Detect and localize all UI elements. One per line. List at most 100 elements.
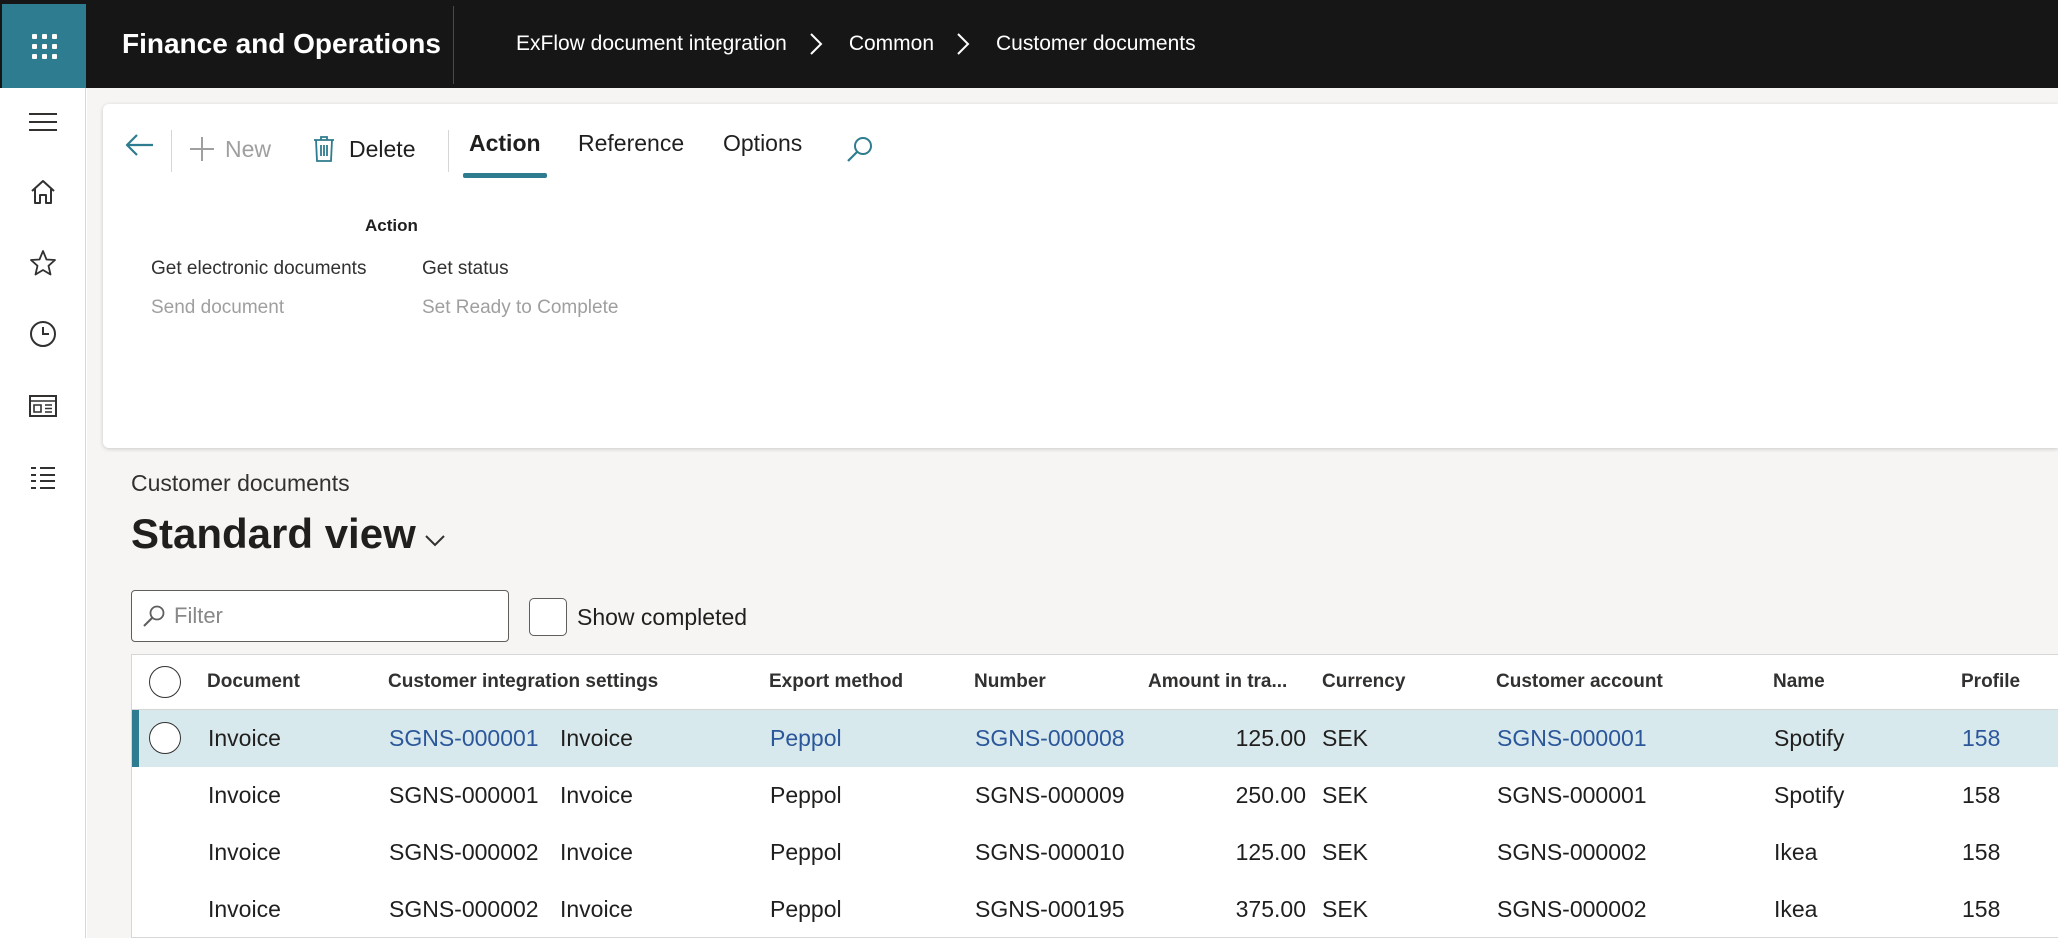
cell-amount: 125.00 [1235, 725, 1306, 751]
search-icon [143, 605, 165, 627]
view-selector[interactable]: Standard view [131, 510, 446, 558]
search-icon [847, 137, 872, 162]
modules-list-icon [31, 467, 55, 489]
set-ready-to-complete-button[interactable]: Set Ready to Complete [422, 297, 618, 319]
cell-profile: 158 [1962, 782, 2001, 808]
show-completed-label: Show completed [577, 603, 748, 630]
action-group-title: Action [365, 216, 418, 235]
chevron-down-icon [425, 535, 445, 547]
navigation-rail [0, 88, 86, 938]
tab-options-label: Options [723, 130, 803, 156]
tab-action-label: Action [469, 130, 541, 156]
main-content: New Delete Action Reference Options Acti… [87, 88, 2058, 938]
cell-currency: SEK [1322, 725, 1369, 751]
cell-customer-account: SGNS-000002 [1497, 839, 1647, 865]
cell-settings-account: SGNS-000002 [389, 839, 539, 865]
send-document-button[interactable]: Send document [151, 297, 284, 319]
tab-options[interactable]: Options [723, 130, 802, 180]
table-row[interactable]: Invoice SGNS-000002 Invoice Peppol SGNS-… [132, 881, 2058, 937]
chevron-right-icon [810, 33, 823, 55]
cell-number-link[interactable]: SGNS-000008 [975, 710, 1125, 767]
row-select-radio[interactable] [149, 722, 181, 754]
title-divider [453, 6, 454, 84]
back-button[interactable] [123, 128, 157, 162]
cell-document: Invoice [208, 782, 281, 808]
column-header-name[interactable]: Name [1773, 655, 1825, 709]
cell-amount: 250.00 [1235, 782, 1306, 808]
home-button[interactable] [0, 164, 86, 220]
cell-name: Spotify [1774, 725, 1845, 751]
table-row[interactable]: Invoice SGNS-000001 Invoice Peppol SGNS-… [132, 710, 2058, 767]
app-title[interactable]: Finance and Operations [122, 28, 441, 60]
clock-icon [30, 321, 56, 347]
workspaces-button[interactable] [0, 378, 86, 434]
cell-export-method: Peppol [770, 839, 842, 865]
customer-documents-grid: Document Customer integration settings E… [131, 654, 2058, 938]
modules-button[interactable] [0, 450, 86, 506]
cell-amount: 125.00 [1235, 839, 1306, 865]
cell-export-method-link[interactable]: Peppol [770, 710, 842, 767]
cell-settings-type: Invoice [560, 725, 633, 751]
filter-input[interactable] [174, 603, 474, 629]
action-pane: New Delete Action Reference Options Acti… [103, 104, 2058, 448]
plus-icon [190, 137, 214, 161]
tab-reference[interactable]: Reference [578, 130, 684, 180]
cell-currency: SEK [1322, 896, 1369, 922]
workspace-icon [29, 395, 57, 417]
column-header-export-method[interactable]: Export method [769, 655, 903, 709]
cell-document: Invoice [208, 896, 281, 922]
toolbar-separator [448, 130, 449, 172]
cell-name: Ikea [1774, 896, 1818, 922]
delete-button-label: Delete [349, 135, 416, 162]
show-completed-toggle[interactable]: Show completed [529, 598, 747, 636]
top-navigation-bar: Finance and Operations ExFlow document i… [0, 0, 2058, 88]
get-status-button[interactable]: Get status [422, 258, 509, 280]
breadcrumb-item-common[interactable]: Common [849, 32, 934, 56]
column-header-profile[interactable]: Profile [1961, 655, 2020, 709]
cell-document: Invoice [208, 839, 281, 865]
cell-customer-account: SGNS-000002 [1497, 896, 1647, 922]
table-row[interactable]: Invoice SGNS-000002 Invoice Peppol SGNS-… [132, 824, 2058, 881]
cell-customer-account-link[interactable]: SGNS-000001 [1497, 710, 1647, 767]
arrow-left-icon [125, 134, 153, 156]
filter-field[interactable] [131, 590, 509, 642]
breadcrumb-item-exflow[interactable]: ExFlow document integration [516, 32, 787, 56]
column-header-number[interactable]: Number [974, 655, 1046, 709]
column-header-customer-account[interactable]: Customer account [1496, 655, 1663, 709]
cell-settings-account: SGNS-000002 [389, 896, 539, 922]
waffle-icon [31, 33, 57, 59]
column-header-document[interactable]: Document [207, 655, 300, 709]
cell-settings-type: Invoice [560, 896, 633, 922]
tab-action[interactable]: Action [463, 130, 547, 180]
star-icon [30, 250, 56, 276]
trash-icon [314, 136, 334, 162]
active-tab-indicator [463, 173, 547, 178]
view-name: Standard view [131, 510, 416, 557]
column-header-amount[interactable]: Amount in tra... [1148, 655, 1287, 709]
expand-navigation-button[interactable] [0, 94, 86, 150]
search-button[interactable] [845, 134, 875, 164]
column-header-currency[interactable]: Currency [1322, 655, 1405, 709]
cell-export-method: Peppol [770, 896, 842, 922]
select-all-radio[interactable] [149, 666, 181, 698]
show-completed-checkbox[interactable] [529, 598, 567, 636]
cell-profile: 158 [1962, 896, 2001, 922]
cell-name: Spotify [1774, 782, 1845, 808]
cell-export-method: Peppol [770, 782, 842, 808]
cell-currency: SEK [1322, 782, 1369, 808]
cell-document: Invoice [208, 725, 281, 751]
app-launcher-button[interactable] [2, 4, 86, 88]
cell-profile-link[interactable]: 158 [1962, 710, 2000, 767]
table-row[interactable]: Invoice SGNS-000001 Invoice Peppol SGNS-… [132, 767, 2058, 824]
new-button[interactable]: New [189, 130, 271, 168]
get-electronic-documents-button[interactable]: Get electronic documents [151, 258, 366, 280]
column-header-customer-integration-settings[interactable]: Customer integration settings [388, 655, 658, 709]
breadcrumb-item-customer-documents[interactable]: Customer documents [996, 32, 1196, 56]
favorites-button[interactable] [0, 235, 86, 291]
cell-settings-account-link[interactable]: SGNS-000001 [389, 710, 539, 767]
page-caption: Customer documents [131, 470, 350, 496]
cell-settings-type: Invoice [560, 839, 633, 865]
recent-button[interactable] [0, 306, 86, 362]
delete-button[interactable]: Delete [313, 130, 415, 168]
cell-name: Ikea [1774, 839, 1818, 865]
